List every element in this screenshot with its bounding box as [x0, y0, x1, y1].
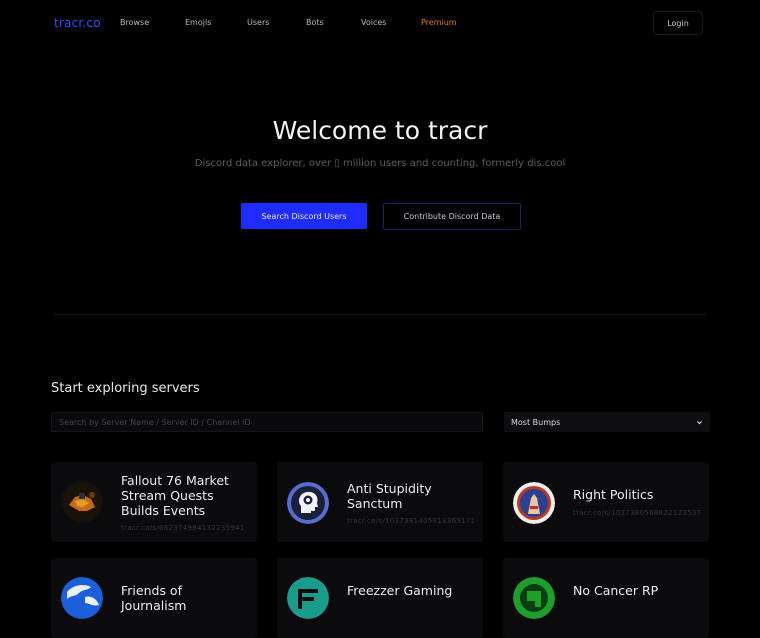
nav-users[interactable]: Users	[247, 18, 269, 27]
nav-bots[interactable]: Bots	[306, 18, 324, 27]
server-card[interactable]: Freezzer Gaming	[277, 558, 483, 638]
server-name: No Cancer RP	[573, 583, 659, 598]
server-link: tracr.co/s/682374984132235941	[121, 524, 245, 532]
server-name: Right Politics	[573, 487, 654, 502]
server-link: tracr.co/s/1037380568822123537	[573, 509, 702, 517]
nav-voices[interactable]: Voices	[361, 18, 386, 27]
server-icon-globe	[61, 577, 103, 619]
server-name: Friends of Journalism	[121, 583, 187, 613]
server-card[interactable]: Friends of Journalism	[51, 558, 257, 638]
server-link: tracr.co/s/1037981405818369171	[347, 517, 476, 525]
nav-premium[interactable]: Premium	[421, 18, 457, 27]
nav-browse[interactable]: Browse	[120, 18, 149, 27]
server-icon-seal	[513, 482, 555, 524]
server-icon-head	[287, 482, 329, 524]
server-name: Freezzer Gaming	[347, 583, 453, 598]
server-card[interactable]: No Cancer RP	[503, 558, 709, 638]
server-name: Anti Stupidity Sanctum	[347, 481, 432, 511]
contribute-discord-data-button[interactable]: Contribute Discord Data	[383, 203, 521, 230]
server-icon-freezzer	[287, 577, 329, 619]
server-icon-fallout	[61, 481, 103, 523]
server-card[interactable]: Anti Stupidity Sanctum tracr.co/s/103798…	[277, 462, 483, 542]
sort-select[interactable]: Most Bumps	[504, 412, 710, 432]
servers-section-title: Start exploring servers	[51, 381, 200, 396]
search-discord-users-button[interactable]: Search Discord Users	[241, 203, 367, 229]
server-card[interactable]: Right Politics tracr.co/s/10373805688221…	[503, 462, 709, 542]
server-name: Fallout 76 Market Stream Quests Builds E…	[121, 473, 229, 518]
server-search-input[interactable]: Search by Server Name / Server ID / Chan…	[51, 412, 483, 432]
login-button[interactable]: Login	[653, 11, 703, 35]
chevron-down-icon	[697, 420, 702, 424]
server-search-placeholder: Search by Server Name / Server ID / Chan…	[59, 417, 251, 427]
site-logo[interactable]: tracr.co	[54, 16, 101, 30]
top-navbar: tracr.co Browse Emojis Users Bots Voices…	[0, 0, 760, 46]
server-icon-nocancer	[513, 577, 555, 619]
section-divider	[54, 314, 706, 315]
server-card[interactable]: Fallout 76 Market Stream Quests Builds E…	[51, 462, 257, 542]
nav-emojis[interactable]: Emojis	[185, 18, 211, 27]
hero-title: Welcome to tracr	[272, 116, 488, 145]
hero-subtitle: Discord data explorer, over ▯ million us…	[194, 158, 566, 169]
sort-select-value: Most Bumps	[511, 417, 561, 427]
